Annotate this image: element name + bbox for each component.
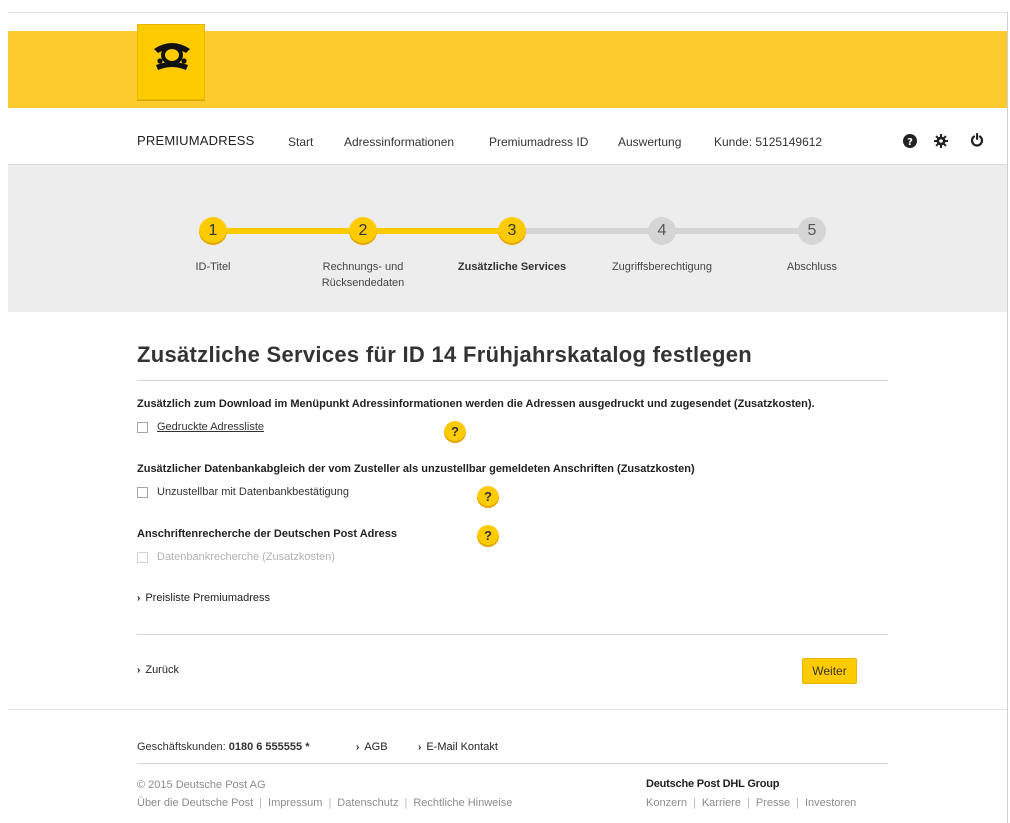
chevron-right-icon: ›	[418, 742, 422, 753]
title-divider	[137, 380, 888, 381]
step-5-circle: 5	[798, 217, 826, 245]
step-2-circle: 2	[349, 217, 377, 245]
db-check-checkbox[interactable]	[137, 486, 148, 498]
step-4-label: Zugriffsberechtigung	[611, 261, 713, 273]
footer-phone-label: Geschäftskunden:	[137, 741, 226, 753]
nav-item-auswertung[interactable]: Auswertung	[618, 135, 681, 149]
help-icon[interactable]: ?	[444, 421, 466, 443]
posthorn-logo-icon	[154, 43, 190, 70]
gear-icon[interactable]	[934, 134, 948, 148]
agb-link[interactable]: › AGB	[356, 741, 388, 753]
db-research-checkbox[interactable]	[137, 551, 148, 563]
db-check-label[interactable]: Unzustellbar mit Datenbankbestätigung	[157, 486, 349, 498]
back-link[interactable]: › Zurück	[137, 664, 179, 676]
next-button[interactable]: Weiter	[802, 658, 857, 684]
step-1-circle: 1	[199, 217, 227, 245]
footer-link-karriere[interactable]: Karriere	[702, 797, 741, 809]
window-border-top	[8, 12, 1008, 13]
progress-steps: 1 2 3 4 5 ID-Titel Rechnungs- und Rückse…	[8, 164, 1007, 312]
footer-phone-number[interactable]: 0180 6 555555 *	[229, 741, 310, 753]
app-brand[interactable]: PREMIUMADRESS	[137, 133, 254, 148]
group-brand: Deutsche Post DHL Group	[646, 778, 780, 790]
agb-link-label: AGB	[364, 741, 388, 753]
footer-links-left: Über die Deutsche Post | Impressum | Datensc…	[137, 797, 512, 809]
copyright: © 2015 Deutsche Post AG	[137, 779, 266, 791]
step-3-circle: 3	[498, 217, 526, 245]
svg-text:?: ?	[907, 137, 913, 148]
footer-link-konzern[interactable]: Konzern	[646, 797, 687, 809]
page-title: Zusätzliche Services für ID 14 Frühjahrs…	[137, 342, 752, 367]
step-2-label-line2: Rücksendedaten	[321, 277, 405, 289]
step-2-label-line1: Rechnungs- und	[322, 261, 404, 273]
chevron-right-icon: ›	[356, 742, 360, 753]
customer-number: Kunde: 5125149612	[714, 135, 823, 149]
option-printed-list: Gedruckte Adressliste	[137, 421, 264, 433]
footer-link-investoren[interactable]: Investoren	[805, 797, 856, 809]
window-border-right	[1007, 12, 1008, 823]
footer-link-datenschutz[interactable]: Datenschutz	[337, 797, 398, 809]
printed-list-label[interactable]: Gedruckte Adressliste	[157, 421, 264, 433]
step-4-circle: 4	[648, 217, 676, 245]
db-research-label: Datenbankrecherche (Zusatzkosten)	[157, 551, 335, 563]
main-navigation: PREMIUMADRESS Start Adressinformationen …	[8, 108, 1007, 164]
email-contact-link-label: E-Mail Kontakt	[426, 741, 498, 753]
footer-separator: |	[404, 797, 408, 809]
footer-separator: |	[328, 797, 332, 809]
section-address-research-heading: Anschriftenrecherche der Deutschen Post …	[137, 528, 398, 540]
step-1-label: ID-Titel	[195, 261, 231, 273]
power-icon[interactable]	[970, 133, 984, 147]
nav-item-premiumadress-id[interactable]: Premiumadress ID	[489, 135, 588, 149]
section-printed-list-heading: Zusätzlich zum Download im Menüpunkt Adr…	[137, 398, 815, 410]
email-contact-link[interactable]: › E-Mail Kontakt	[418, 741, 498, 753]
help-icon[interactable]: ?	[477, 525, 499, 547]
step-3-label: Zusätzliche Services	[457, 261, 567, 273]
footer-link-legal[interactable]: Rechtliche Hinweise	[413, 797, 512, 809]
footer-phone: Geschäftskunden: 0180 6 555555 *	[137, 741, 309, 753]
footer-links-right: Konzern | Karriere | Presse | Investoren	[646, 797, 856, 809]
step-5-label: Abschluss	[786, 261, 838, 273]
footer-link-about[interactable]: Über die Deutsche Post	[137, 797, 253, 809]
footer-divider	[8, 709, 1007, 710]
footer-link-impressum[interactable]: Impressum	[268, 797, 322, 809]
footer-separator: |	[259, 797, 263, 809]
actions-divider	[137, 634, 888, 635]
pricelist-link-label: Preisliste Premiumadress	[145, 592, 271, 604]
help-circle-icon[interactable]: ?	[903, 134, 917, 148]
section-db-check-heading: Zusätzlicher Datenbankabgleich der vom Z…	[137, 463, 695, 475]
nav-item-adressinformationen[interactable]: Adressinformationen	[344, 135, 454, 149]
pricelist-link[interactable]: › Preisliste Premiumadress	[137, 592, 270, 604]
deutsche-post-logo[interactable]	[137, 24, 205, 100]
footer-separator: |	[692, 797, 696, 809]
chevron-right-icon: ›	[137, 593, 141, 604]
page: PREMIUMADRESS Start Adressinformationen …	[0, 0, 1010, 823]
footer-link-presse[interactable]: Presse	[756, 797, 790, 809]
help-icon[interactable]: ?	[477, 486, 499, 508]
footer-separator: |	[746, 797, 750, 809]
printed-list-checkbox[interactable]	[137, 421, 148, 433]
back-link-label: Zurück	[145, 664, 179, 676]
nav-item-start[interactable]: Start	[288, 135, 313, 149]
option-db-research: Datenbankrecherche (Zusatzkosten)	[137, 551, 335, 563]
option-db-check: Unzustellbar mit Datenbankbestätigung	[137, 486, 349, 498]
step-2-label: Rechnungs- und Rücksendedaten	[308, 259, 418, 291]
footer-separator: |	[796, 797, 799, 809]
footer-inner-divider	[137, 763, 888, 764]
chevron-right-icon: ›	[137, 665, 141, 676]
